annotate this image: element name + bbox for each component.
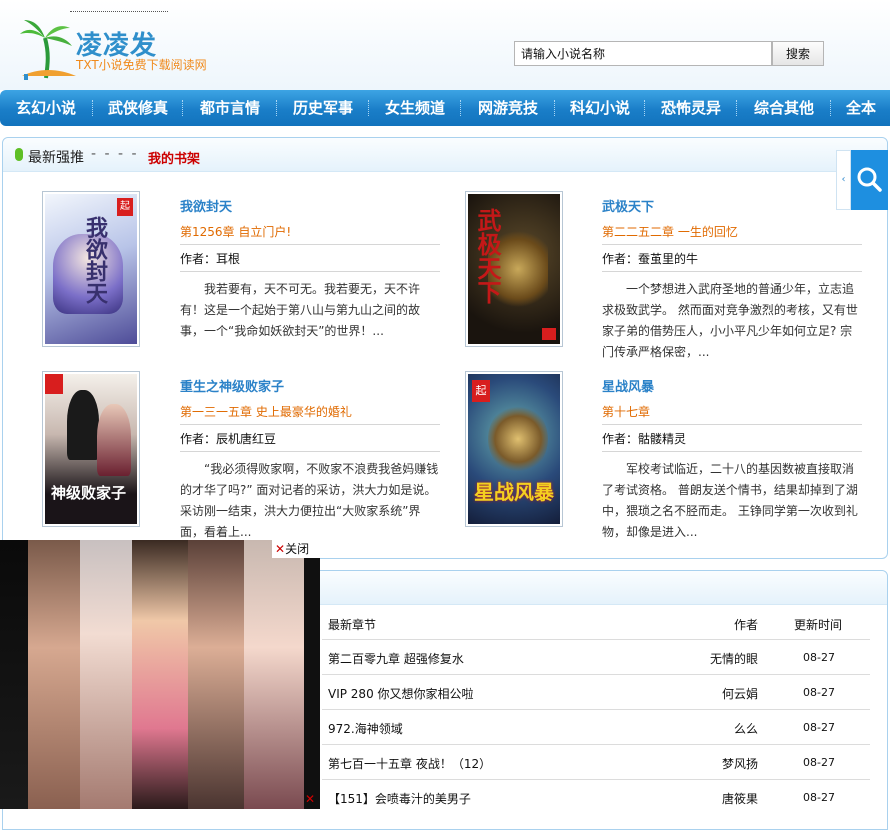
- book-author: 作者：骷髅精灵: [602, 432, 687, 446]
- book-cover[interactable]: 起 我欲封天: [42, 191, 140, 347]
- book-latest-chapter[interactable]: 第二二五二章 一生的回忆: [602, 223, 738, 240]
- search-button[interactable]: 搜索: [772, 41, 824, 66]
- book-description: 军校考试临近，二十八的基因数被直接取消了考试资格。 普朗友送个情书，结果却掉到了…: [602, 462, 858, 539]
- ad-image-strip: [28, 540, 80, 809]
- book-title[interactable]: 我欲封天: [180, 196, 232, 215]
- header: 凌凌发 TXT小说免费下载阅读网 搜索: [0, 0, 890, 90]
- site-tagline: TXT小说免费下载阅读网: [76, 58, 207, 72]
- book-latest-chapter[interactable]: 第一三一五章 史上最豪华的婚礼: [180, 403, 352, 420]
- nav-dushi[interactable]: 都市言情: [184, 90, 276, 126]
- cover-title: 武极天下: [473, 208, 502, 304]
- book-title[interactable]: 武极天下: [602, 196, 654, 215]
- col-header-chapter: 最新章节: [328, 618, 377, 632]
- ad-close-label: 关闭: [285, 542, 310, 556]
- book-title[interactable]: 重生之神级败家子: [180, 376, 284, 395]
- nav-wangyou[interactable]: 网游竞技: [462, 90, 554, 126]
- row-time: 08-27: [803, 651, 835, 664]
- cover-title: 我欲封天: [82, 216, 108, 304]
- book-cover[interactable]: 神级败家子: [42, 371, 140, 527]
- recommend-panel-header: 最新强推 - - - - 我的书架: [3, 138, 887, 172]
- qidian-badge-icon: [45, 374, 63, 394]
- row-time: 08-27: [803, 756, 835, 769]
- divider: [180, 451, 440, 452]
- qidian-badge-icon: 起: [117, 198, 133, 216]
- row-time: 08-27: [803, 721, 835, 734]
- row-chapter-link[interactable]: VIP 280 你又想你家相公啦: [328, 685, 474, 702]
- book-cover[interactable]: 武极天下: [465, 191, 563, 347]
- row-author[interactable]: 何云娟: [722, 685, 758, 702]
- bullet-icon: [15, 148, 23, 161]
- table-row: 972.海神领域 么么 08-27: [322, 709, 870, 744]
- row-time: 08-27: [803, 791, 835, 804]
- divider: [602, 451, 862, 452]
- character-illustration: [67, 390, 99, 460]
- character-illustration: [97, 404, 131, 476]
- book-latest-chapter[interactable]: 第1256章 自立门户!: [180, 223, 291, 240]
- table-row: 第七百一十五章 夜战！（12） 梦风扬 08-27: [322, 744, 870, 779]
- nav-wuxia[interactable]: 武侠修真: [94, 90, 182, 126]
- qidian-badge-icon: 起: [472, 380, 490, 402]
- nav-quanben[interactable]: 全本: [832, 90, 890, 126]
- row-author[interactable]: 无情的眼: [710, 650, 758, 667]
- search-icon: [857, 167, 882, 192]
- row-author[interactable]: 梦风扬: [722, 755, 758, 772]
- ad-image-strip: [244, 540, 304, 809]
- nav-lishi[interactable]: 历史军事: [278, 90, 368, 126]
- table-row: 第二百零九章 超强修复水 无情的眼 08-27: [322, 639, 870, 674]
- search-input[interactable]: [514, 41, 772, 66]
- nav-nvsheng[interactable]: 女生频道: [370, 90, 460, 126]
- ad-image-strip: [188, 540, 244, 809]
- divider: [180, 244, 440, 245]
- cover-title: 神级败家子: [51, 484, 127, 502]
- tab-latest[interactable]: 最新强推: [28, 147, 84, 167]
- row-chapter-link[interactable]: 972.海神领域: [328, 720, 403, 737]
- side-collapse-arrow-icon[interactable]: ‹: [836, 150, 851, 210]
- book-cover[interactable]: 起 星战风暴: [465, 371, 563, 527]
- side-search-button[interactable]: [851, 150, 888, 210]
- book-author: 作者：耳根: [180, 252, 241, 266]
- qidian-badge-icon: [542, 328, 556, 340]
- divider: [180, 271, 440, 272]
- floating-ad[interactable]: [0, 540, 320, 809]
- divider: [180, 424, 440, 425]
- character-illustration: [488, 404, 548, 474]
- book-author: 作者：辰机唐红豆: [180, 432, 277, 446]
- header-dotted-line: [70, 11, 168, 12]
- nav-zonghe[interactable]: 综合其他: [738, 90, 830, 126]
- main-nav: 玄幻小说 武侠修真 都市言情 历史军事 女生频道 网游竞技 科幻小说 恐怖灵异 …: [0, 90, 890, 126]
- row-chapter-link[interactable]: 第七百一十五章 夜战！（12）: [328, 755, 491, 772]
- ad-close-button[interactable]: ✕关闭: [272, 540, 320, 558]
- divider: [602, 424, 862, 425]
- tab-my-bookshelf[interactable]: 我的书架: [148, 148, 200, 167]
- ad-image-strip: [132, 540, 188, 809]
- tab-separator: - - - -: [91, 146, 139, 162]
- close-icon: ✕: [275, 542, 286, 556]
- palm-tree-icon: [20, 20, 76, 80]
- row-author[interactable]: 么么: [734, 720, 758, 737]
- nav-kongbu[interactable]: 恐怖灵异: [646, 90, 736, 126]
- table-row: VIP 280 你又想你家相公啦 何云娟 08-27: [322, 674, 870, 709]
- col-header-author: 作者: [734, 618, 759, 632]
- book-latest-chapter[interactable]: 第十七章: [602, 403, 650, 420]
- book-description: 一个梦想进入武府圣地的普通少年，立志追求极致武学。 然而面对竞争激烈的考核，又有…: [602, 282, 858, 359]
- close-icon[interactable]: ✕: [305, 792, 315, 806]
- cover-title: 星战风暴: [474, 480, 554, 504]
- divider: [602, 271, 862, 272]
- book-description: 我若要有，天不可无。我若要无，天不许有！这是一个起始于第八山与第九山之间的故事，…: [180, 282, 421, 338]
- row-chapter-link[interactable]: 【151】会喷毒汁的美男子: [328, 790, 471, 807]
- divider: [602, 244, 862, 245]
- book-author: 作者：蚕茧里的牛: [602, 252, 699, 266]
- row-author[interactable]: 唐筱果: [722, 790, 758, 807]
- ad-image-strip: [0, 540, 28, 809]
- nav-kehuan[interactable]: 科幻小说: [556, 90, 644, 126]
- row-chapter-link[interactable]: 第二百零九章 超强修复水: [328, 650, 464, 667]
- col-header-time: 更新时间: [794, 618, 843, 632]
- row-time: 08-27: [803, 686, 835, 699]
- ad-image-strip: [304, 540, 320, 809]
- book-title[interactable]: 星战风暴: [602, 376, 654, 395]
- nav-xuanhuan[interactable]: 玄幻小说: [0, 90, 92, 126]
- book-description: “我必须得败家啊，不败家不浪费我爸妈赚钱的才华了吗?” 面对记者的采访，洪大力如…: [180, 462, 439, 539]
- ad-image-strip: [80, 540, 132, 809]
